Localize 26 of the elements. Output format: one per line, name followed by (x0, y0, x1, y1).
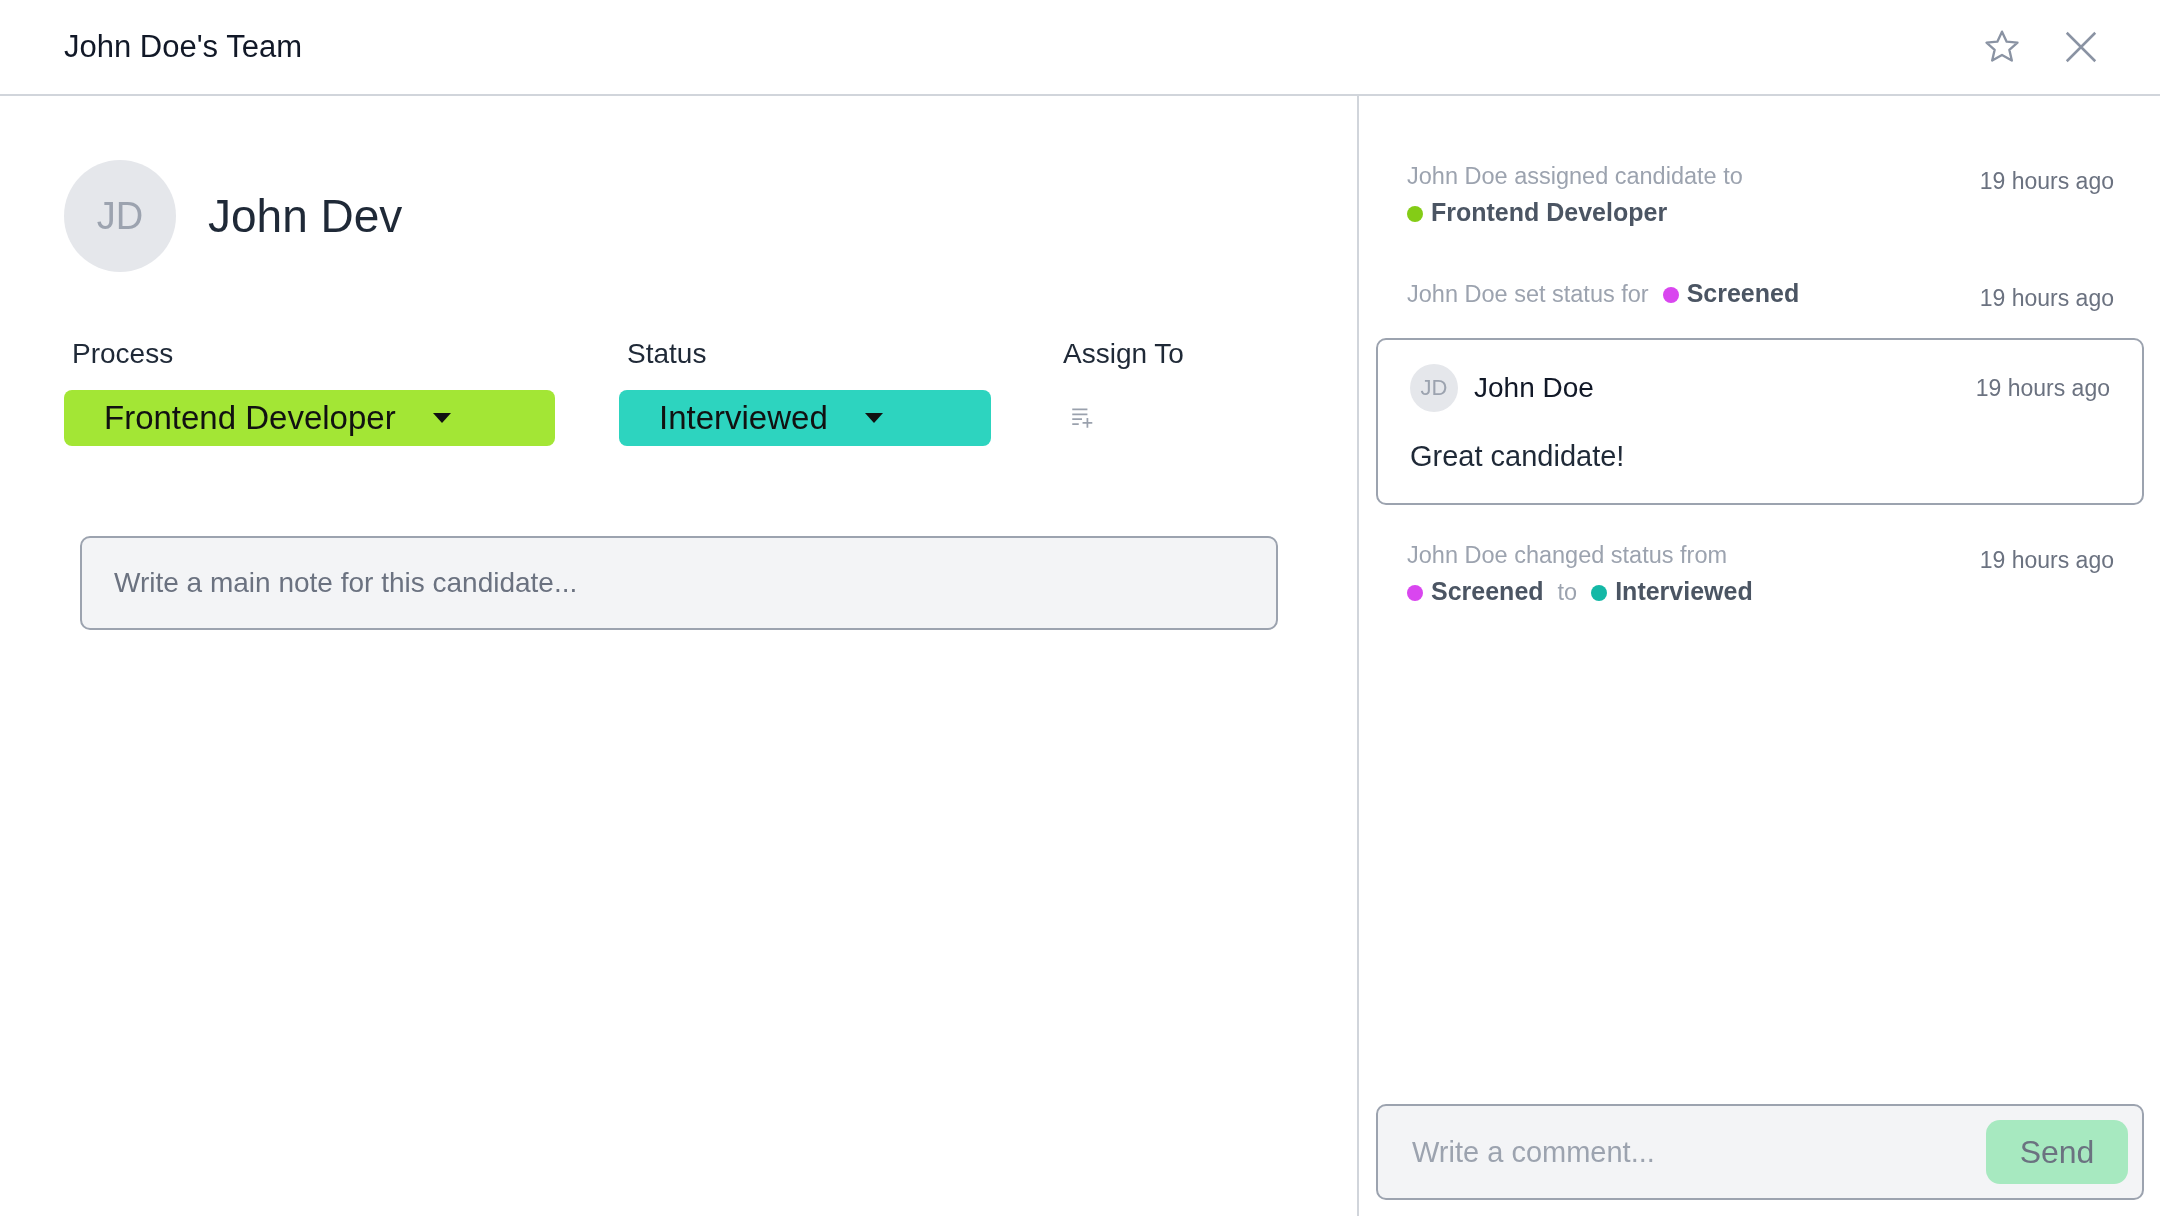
avatar: JD (64, 160, 176, 272)
field-label: Process (71, 338, 175, 370)
dropdown[interactable]: Frontend Developer (64, 390, 555, 446)
note-field[interactable]: Write a main note for this candidate... (80, 536, 1278, 630)
caret-icon (431, 412, 452, 424)
event-text: John Doe set status for (1407, 281, 1649, 307)
tag-label: Interviewed (1615, 577, 1753, 605)
caret-icon (863, 412, 884, 424)
field-label: Status (626, 338, 708, 370)
event-text: to (1557, 579, 1578, 605)
timestamp: 19 hours ago (1975, 374, 2110, 402)
field-label: Assign To (1062, 338, 1184, 370)
tag-label: Screened (1686, 279, 1800, 307)
comment-text: Great candidate! (1410, 440, 1626, 473)
tag-label: Screened (1431, 577, 1544, 605)
timestamp: 19 hours ago (1979, 285, 2114, 312)
timestamp: 19 hours ago (1979, 168, 2114, 195)
candidate-name: John Dev (208, 189, 403, 243)
event-text: John Doe assigned candidate to (1407, 163, 1743, 189)
dropdown[interactable]: Interviewed (619, 390, 991, 446)
comment-author: John Doe (1474, 372, 1595, 404)
event-text: John Doe changed status from (1407, 542, 1728, 568)
avatar: JD (1410, 364, 1458, 412)
timestamp: 19 hours ago (1979, 547, 2114, 574)
tag-label: Frontend Developer (1431, 198, 1668, 226)
window-title: John Doe's Team (64, 29, 302, 65)
